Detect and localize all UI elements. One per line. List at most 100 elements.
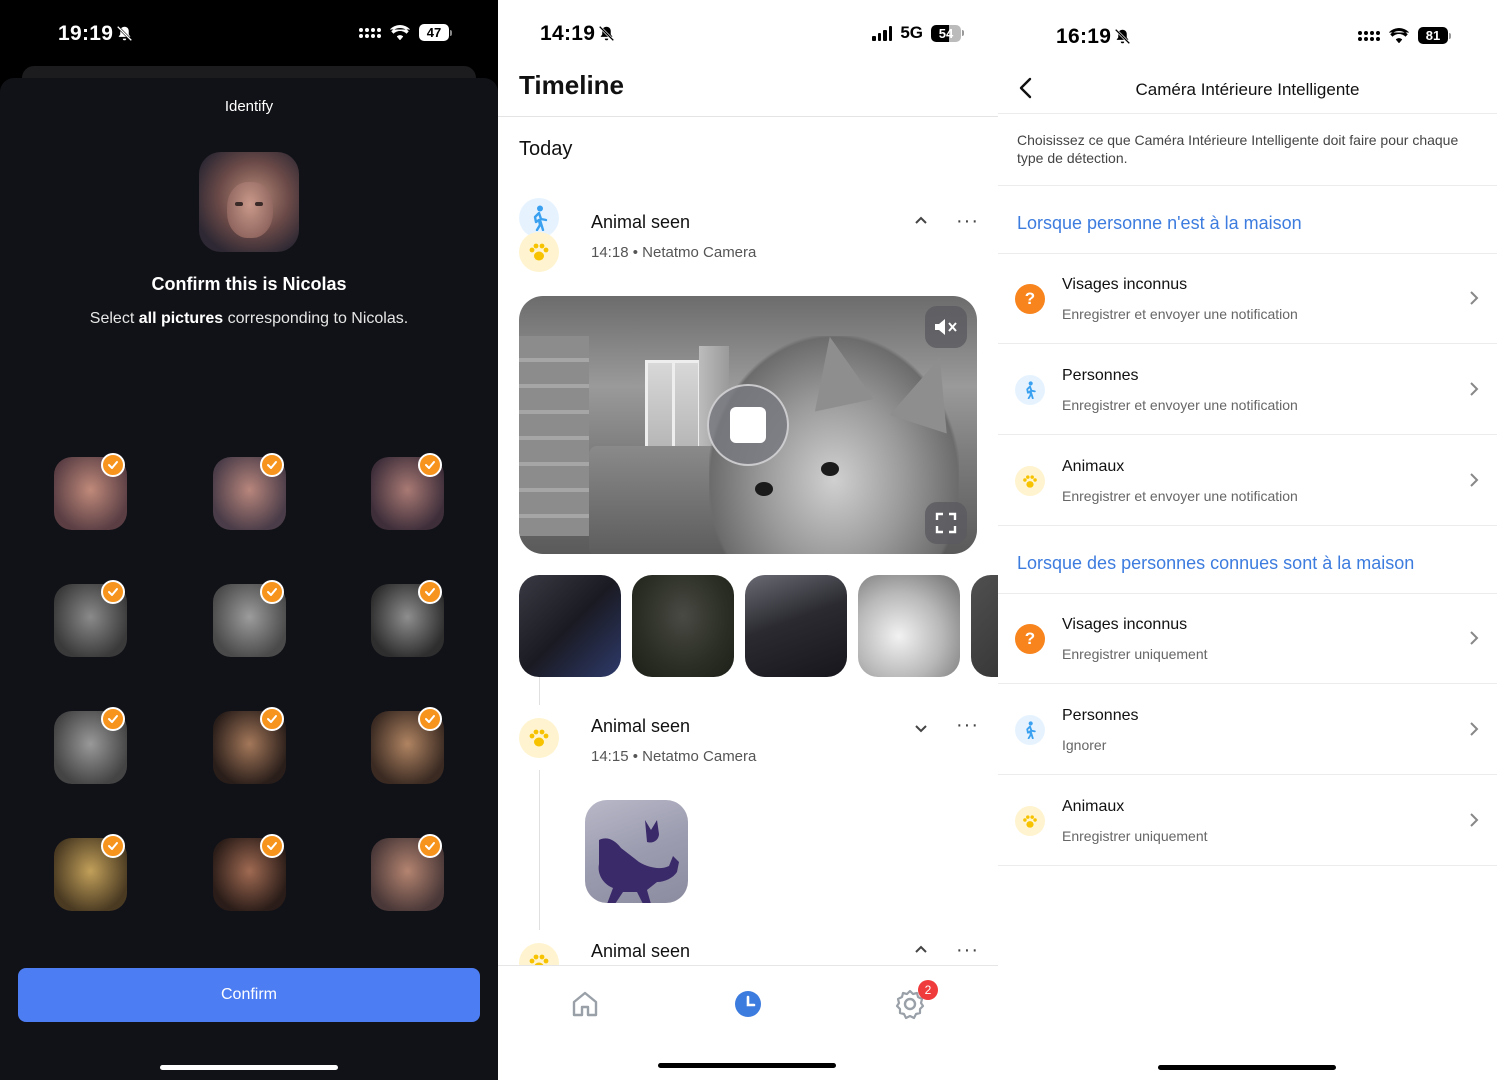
settings-row[interactable]: ? Visages inconnus Enregistrer et envoyer … (998, 254, 1497, 344)
checkmark-icon (260, 453, 284, 477)
status-bar: 14:19 5G 54 (498, 0, 998, 60)
status-time: 19:19 (58, 22, 133, 46)
bell-muted-icon (599, 25, 615, 42)
row-subtitle: Enregistrer et envoyer une notification (1062, 488, 1298, 504)
nav-bar: Caméra Intérieure Intelligente (998, 70, 1497, 114)
checkmark-icon (418, 834, 442, 858)
fullscreen-icon (935, 512, 957, 534)
bell-muted-icon (1115, 28, 1131, 45)
chevron-right-icon (1470, 382, 1479, 396)
timeline-screen: 14:19 5G 54 Timeline Today Animal seen 1… (498, 0, 998, 1080)
settings-row[interactable]: Personnes Ignorer (998, 685, 1497, 775)
chevron-right-icon (1470, 631, 1479, 645)
confirm-button[interactable]: Confirm (18, 968, 480, 1022)
settings-row[interactable]: Animaux Enregistrer et envoyer une notifi… (998, 436, 1497, 526)
fullscreen-button[interactable] (925, 502, 967, 544)
row-title: Visages inconnus (1062, 616, 1188, 633)
event-title[interactable]: Animal seen (591, 212, 690, 233)
home-indicator (658, 1063, 836, 1068)
checkmark-icon (101, 580, 125, 604)
chevron-up-icon[interactable] (914, 215, 928, 225)
home-icon (572, 991, 598, 1017)
chevron-up-icon[interactable] (914, 944, 928, 954)
checkmark-icon (101, 707, 125, 731)
page-title: Timeline (519, 70, 625, 100)
more-options-button[interactable]: ··· (956, 211, 979, 231)
video-player[interactable] (519, 296, 977, 554)
section-title: Lorsque personne n'est à la maison (1017, 213, 1302, 233)
more-options-button[interactable]: ··· (956, 715, 979, 735)
thumbnail[interactable] (971, 575, 998, 677)
chevron-right-icon (1470, 291, 1479, 305)
status-time: 14:19 (540, 22, 615, 46)
row-subtitle: Enregistrer uniquement (1062, 828, 1208, 844)
status-bar: 19:19 47 (0, 0, 498, 60)
battery-icon: 81 (1418, 27, 1451, 44)
header-divider (498, 116, 998, 117)
thumbnail[interactable] (519, 575, 621, 677)
thumbnail[interactable] (632, 575, 734, 677)
status-right: 81 (1358, 27, 1451, 44)
camera-settings-screen: 16:19 81 Caméra Intérieure Intelligente … (998, 0, 1497, 1080)
face-grid (54, 378, 444, 948)
settings-tab[interactable]: 2 (892, 980, 938, 1022)
intro-text: Choisissez ce que Caméra Intérieure Inte… (1017, 132, 1459, 166)
checkmark-icon (418, 453, 442, 477)
person-icon (1015, 715, 1045, 745)
event-meta: 14:18 • Netatmo Camera (591, 244, 757, 261)
checkmark-icon (260, 834, 284, 858)
settings-row[interactable]: Personnes Enregistrer et envoyer une noti… (998, 345, 1497, 435)
sheet-title: Identify (224, 98, 274, 115)
paw-icon (519, 718, 559, 758)
row-title: Personnes (1062, 367, 1139, 384)
paw-icon (1015, 806, 1045, 836)
row-subtitle: Enregistrer uniquement (1062, 646, 1208, 662)
timeline-tab[interactable] (730, 986, 766, 1022)
checkmark-icon (418, 707, 442, 731)
settings-row[interactable]: ? Visages inconnus Enregistrer uniquement (998, 594, 1497, 684)
row-subtitle: Enregistrer et envoyer une notification (1062, 397, 1298, 413)
speaker-muted-icon (935, 319, 957, 335)
confirm-instructions: Select all pictures corresponding to Nic… (89, 310, 409, 327)
row-subtitle: Enregistrer et envoyer une notification (1062, 306, 1298, 322)
battery-icon: 54 (931, 24, 964, 42)
person-avatar (199, 152, 299, 252)
unknown-face-icon: ? (1015, 284, 1045, 314)
stop-button[interactable] (707, 384, 789, 466)
signal-icon (872, 25, 893, 41)
signal-icon (1358, 30, 1380, 41)
section-title: Lorsque des personnes connues sont à la … (1017, 553, 1415, 573)
thumbnail[interactable] (745, 575, 847, 677)
identify-screen: 19:19 47 Identify Confirm this is Nicola… (0, 0, 498, 1080)
paw-icon (1015, 466, 1045, 496)
checkmark-icon (260, 580, 284, 604)
event-title[interactable]: Animal seen (591, 941, 690, 962)
thumbnail[interactable] (585, 800, 688, 903)
identify-sheet: Identify Confirm this is Nicolas Select … (0, 78, 498, 1080)
row-subtitle: Ignorer (1062, 737, 1107, 753)
thumbnail[interactable] (858, 575, 960, 677)
chevron-down-icon[interactable] (914, 724, 928, 734)
timeline-line (539, 675, 540, 705)
checkmark-icon (101, 453, 125, 477)
checkmark-icon (260, 707, 284, 731)
row-title: Visages inconnus (1062, 276, 1188, 293)
mute-button[interactable] (925, 306, 967, 348)
checkmark-icon (101, 834, 125, 858)
nav-divider (998, 113, 1497, 114)
confirm-title: Confirm this is Nicolas (151, 274, 347, 294)
battery-icon: 47 (419, 24, 452, 41)
row-title: Animaux (1062, 798, 1125, 815)
row-title: Personnes (1062, 707, 1139, 724)
chevron-right-icon (1470, 473, 1479, 487)
more-options-button[interactable]: ··· (956, 940, 979, 960)
event-title[interactable]: Animal seen (591, 716, 690, 737)
section-today: Today (519, 138, 573, 160)
event-meta: 14:15 • Netatmo Camera (591, 748, 757, 765)
network-label: 5G (900, 23, 923, 42)
signal-icon (359, 27, 381, 38)
settings-row[interactable]: Animaux Enregistrer uniquement (998, 776, 1497, 866)
divider (998, 185, 1497, 186)
home-tab[interactable] (567, 986, 603, 1022)
status-bar: 16:19 81 (998, 0, 1497, 60)
